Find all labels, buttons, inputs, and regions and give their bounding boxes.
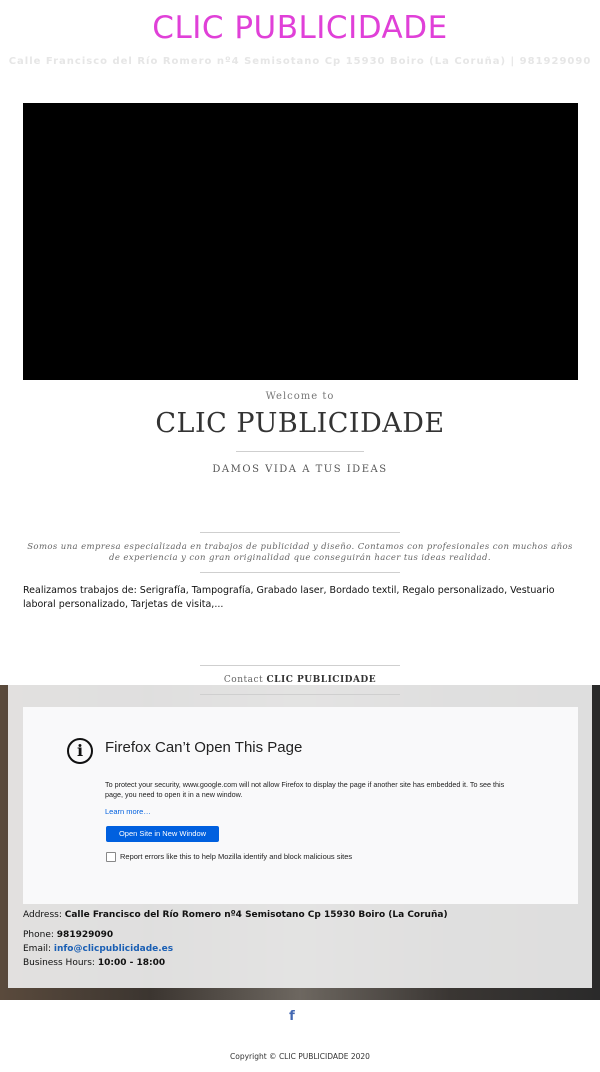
open-site-button[interactable]: Open Site in New Window xyxy=(106,826,219,842)
about-text: Somos una empresa especializada en traba… xyxy=(27,542,573,563)
email-link[interactable]: info@clicpublicidade.es xyxy=(54,944,173,954)
hours-value: 10:00 - 18:00 xyxy=(97,958,166,968)
email-label: Email: xyxy=(23,944,52,954)
contact-hours: Business Hours: 10:00 - 18:00 xyxy=(23,958,165,968)
works-text: Realizamos trabajos de: Serigrafía, Tamp… xyxy=(23,585,555,610)
hero-tagline: DAMOS VIDA A TUS IDEAS xyxy=(212,464,388,475)
learn-more-link[interactable]: Learn more… xyxy=(105,807,151,816)
copyright: Copyright © CLIC PUBLICIDADE 2020 xyxy=(230,1052,370,1061)
divider xyxy=(200,694,400,695)
contact-address: Address: Calle Francisco del Río Romero … xyxy=(23,910,448,920)
video-player[interactable] xyxy=(23,103,578,380)
address-value: Calle Francisco del Río Romero nº4 Semis… xyxy=(64,910,448,920)
phone-label: Phone: xyxy=(23,930,54,940)
hero-title: CLIC PUBLICIDADE xyxy=(155,408,445,439)
error-title: Firefox Can’t Open This Page xyxy=(105,739,303,756)
site-title[interactable]: CLIC PUBLICIDADE xyxy=(0,10,600,46)
contact-phone: Phone: 981929090 xyxy=(23,930,113,940)
info-icon: i xyxy=(67,738,93,764)
divider xyxy=(236,451,364,452)
contact-name: CLIC PUBLICIDADE xyxy=(266,675,377,685)
report-errors-checkbox[interactable] xyxy=(106,852,116,862)
hours-label: Business Hours: xyxy=(23,958,95,968)
divider xyxy=(200,572,400,573)
address-label: Address: xyxy=(23,910,62,920)
divider xyxy=(200,665,400,666)
report-errors-label: Report errors like this to help Mozilla … xyxy=(120,852,353,861)
contact-label: Contact xyxy=(223,675,264,685)
divider xyxy=(200,532,400,533)
phone-value: 981929090 xyxy=(56,930,114,940)
header-address: Calle Francisco del Río Romero nº4 Semis… xyxy=(8,56,592,67)
contact-email: Email: info@clicpublicidade.es xyxy=(23,944,173,954)
map-embed-error xyxy=(23,707,578,904)
contact-heading: Contact CLIC PUBLICIDADE xyxy=(0,675,600,685)
welcome-label: Welcome to xyxy=(265,391,335,402)
facebook-icon[interactable]: f xyxy=(286,1009,298,1024)
error-message: To protect your security, www.google.com… xyxy=(105,780,505,799)
